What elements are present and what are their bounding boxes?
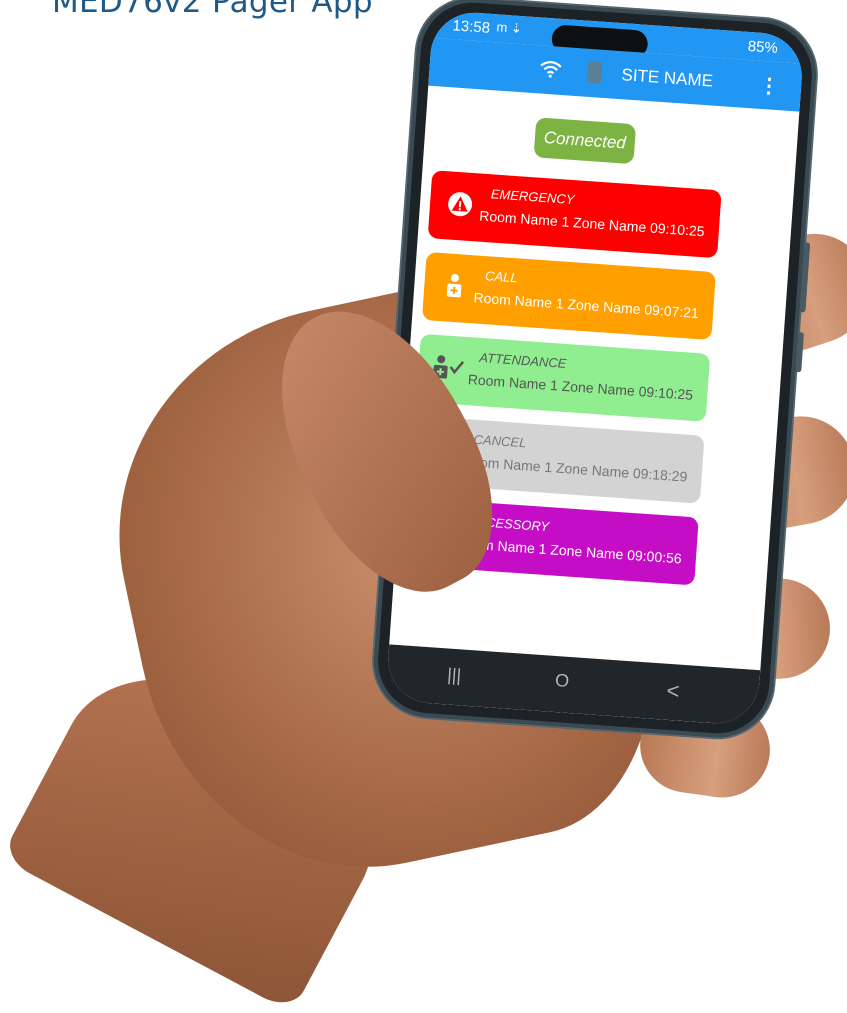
status-time: 13:58 — [451, 17, 491, 37]
alert-card[interactable]: EMERGENCY Room Name 1 Zone Name 09:10:25 — [427, 170, 722, 259]
alert-detail: Room Name 1 Zone Name 09:18:29 — [461, 452, 688, 485]
alert-type: EMERGENCY — [490, 186, 576, 208]
volume-button[interactable] — [795, 332, 804, 373]
alert-card[interactable]: CALL Room Name 1 Zone Name 09:07:21 — [421, 251, 716, 341]
alert-detail: Room Name 1 Zone Name 09:10:25 — [467, 371, 694, 403]
alert-card[interactable]: ATTENDANCE Room Name 1 Zone Name 09:10:2… — [416, 333, 711, 422]
site-name: SITE NAME — [620, 65, 714, 91]
warning-icon — [443, 187, 477, 221]
page-heading: MED76v2 Pager App — [52, 0, 373, 20]
plug-icon — [586, 60, 603, 84]
phone-screen: 13:58 m ⇣ 85% SITE NAME ⋮ Connected EMER… — [385, 9, 805, 727]
home-button[interactable]: O — [554, 670, 569, 692]
back-button[interactable]: < — [666, 678, 681, 705]
overflow-menu-icon[interactable]: ⋮ — [758, 73, 780, 99]
nurse-call-icon — [437, 269, 471, 303]
alert-detail: Room Name 1 Zone Name 09:07:21 — [473, 289, 700, 322]
battery-level: 85% — [747, 37, 779, 57]
wifi-icon — [539, 57, 563, 84]
recent-apps-button[interactable]: ||| — [446, 664, 462, 686]
alert-type: CALL — [484, 268, 519, 286]
alert-type: ATTENDANCE — [478, 349, 567, 371]
phone: 13:58 m ⇣ 85% SITE NAME ⋮ Connected EMER… — [370, 0, 820, 742]
notification-icons: m ⇣ — [496, 19, 523, 37]
system-nav-bar: ||| O < — [385, 644, 761, 727]
connection-status-badge: Connected — [533, 117, 637, 165]
alert-detail: Room Name 1 Zone Name 09:10:25 — [478, 207, 706, 240]
alert-type: CANCEL — [473, 431, 527, 451]
